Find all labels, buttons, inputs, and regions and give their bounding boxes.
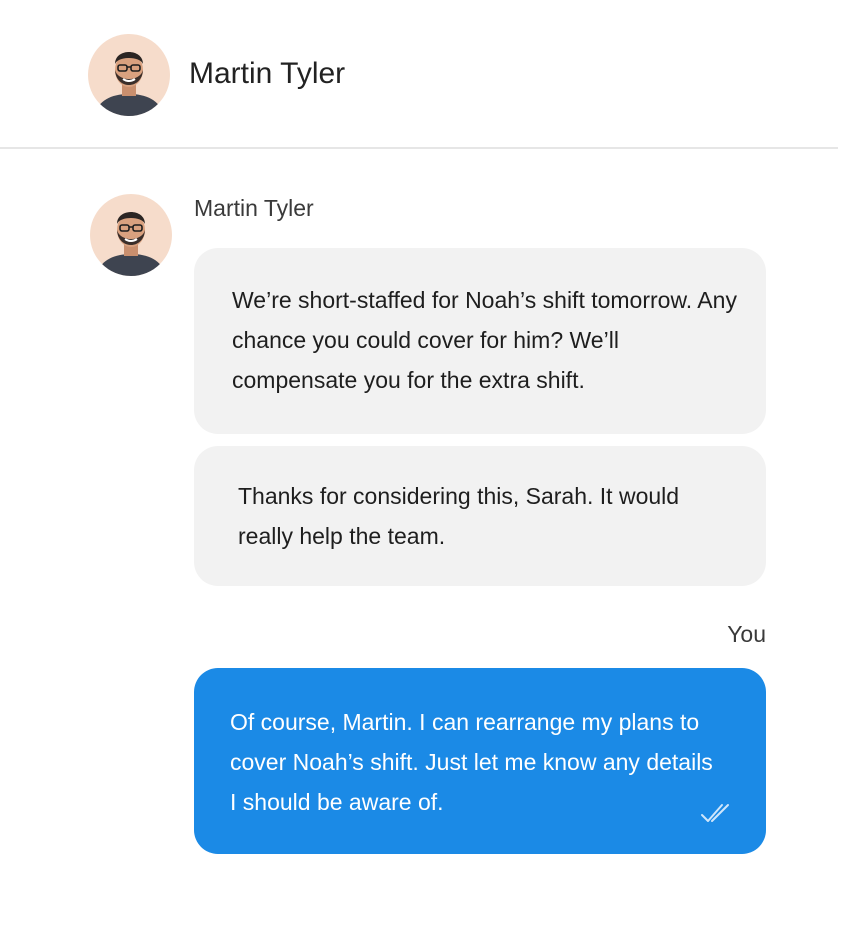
sender-name: Martin Tyler <box>194 195 314 221</box>
message-text: Thanks for considering this, Sarah. It w… <box>238 483 680 549</box>
outgoing-sender-label: You <box>727 621 766 647</box>
incoming-message-bubble[interactable]: Thanks for considering this, Sarah. It w… <box>194 446 766 586</box>
incoming-message-bubble[interactable]: We’re short-staffed for Noah’s shift tom… <box>194 248 766 434</box>
chat-header: Martin Tyler <box>0 0 838 149</box>
outgoing-message-bubble[interactable]: Of course, Martin. I can rearrange my pl… <box>194 668 766 854</box>
avatar[interactable] <box>88 34 170 116</box>
double-check-read-icon <box>700 802 734 824</box>
contact-name: Martin Tyler <box>189 57 346 90</box>
message-text: Of course, Martin. I can rearrange my pl… <box>230 709 713 815</box>
person-avatar-icon <box>88 34 170 116</box>
message-text: We’re short-staffed for Noah’s shift tom… <box>232 287 737 393</box>
sender-avatar[interactable] <box>90 194 172 276</box>
person-avatar-icon <box>90 194 172 276</box>
